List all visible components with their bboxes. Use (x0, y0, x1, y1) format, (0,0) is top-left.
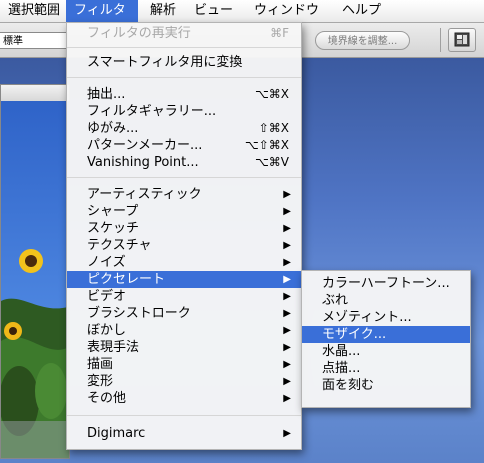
menu-item-label: その他 (87, 391, 127, 406)
menu-item-texture[interactable]: テクスチャ ▶ (67, 237, 301, 254)
submenu-arrow-icon: ▶ (283, 206, 291, 217)
submenu-item-pointillize[interactable]: 点描... (302, 360, 470, 377)
menu-item-noise[interactable]: ノイズ ▶ (67, 254, 301, 271)
menu-item-liquify[interactable]: ゆがみ... ⇧⌘X (67, 120, 301, 137)
menu-item-sketch[interactable]: スケッチ ▶ (67, 220, 301, 237)
submenu-arrow-icon: ▶ (283, 291, 291, 302)
submenu-arrow-icon: ▶ (283, 274, 291, 285)
menu-bar: 選択範囲 フィルタ 解析 ビュー ウィンドウ ヘルプ (0, 0, 484, 23)
menu-item-label: Vanishing Point... (87, 155, 199, 170)
filter-menu: フィルタの再実行 ⌘F スマートフィルタ用に変換 抽出... ⌥⌘X フィルタギ… (66, 22, 302, 450)
menu-item-label: モザイク... (322, 327, 387, 342)
submenu-arrow-icon: ▶ (283, 428, 291, 439)
submenu-arrow-icon: ▶ (283, 325, 291, 336)
submenu-arrow-icon: ▶ (283, 342, 291, 353)
refine-edge-button[interactable]: 境界線を調整... (315, 31, 410, 50)
menu-analysis[interactable]: 解析 (142, 0, 184, 22)
menu-item-distort[interactable]: 変形 ▶ (67, 373, 301, 390)
submenu-item-color-halftone[interactable]: カラーハーフトーン... (302, 275, 470, 292)
options-divider (440, 28, 441, 52)
menu-item-video[interactable]: ビデオ ▶ (67, 288, 301, 305)
shortcut-label: ⌥⌘V (254, 155, 289, 169)
menu-item-stylize[interactable]: 表現手法 ▶ (67, 339, 301, 356)
menu-item-label: ゆがみ... (87, 121, 139, 136)
pixelate-submenu: カラーハーフトーン... ぶれ メゾティント... モザイク... 水晶... … (301, 270, 471, 408)
menu-item-label: ブラシストローク (87, 306, 191, 321)
submenu-item-fragment[interactable]: ぶれ (302, 292, 470, 309)
shortcut-label: ⌥⇧⌘X (244, 138, 289, 152)
submenu-item-mezzotint[interactable]: メゾティント... (302, 309, 470, 326)
menu-help[interactable]: ヘルプ (334, 0, 389, 22)
submenu-arrow-icon: ▶ (283, 359, 291, 370)
submenu-item-facet[interactable]: 面を刻む (302, 377, 470, 394)
menu-item-label: ノイズ (87, 255, 126, 270)
menu-item-label: 描画 (87, 357, 114, 372)
menu-item-vanishing-point[interactable]: Vanishing Point... ⌥⌘V (67, 154, 301, 171)
submenu-arrow-icon: ▶ (283, 308, 291, 319)
menu-separator (67, 415, 301, 416)
menu-item-label: 表現手法 (87, 340, 140, 355)
menu-select[interactable]: 選択範囲 (0, 0, 68, 22)
menu-item-brush-strokes[interactable]: ブラシストローク ▶ (67, 305, 301, 322)
menu-window[interactable]: ウィンドウ (246, 0, 327, 22)
menu-separator (67, 77, 301, 78)
menu-item-label: スマートフィルタ用に変換 (87, 55, 243, 70)
menu-item-label: フィルタギャラリー... (87, 104, 217, 119)
shortcut-label: ⇧⌘X (258, 121, 289, 135)
menu-item-pixelate[interactable]: ピクセレート ▶ (67, 271, 301, 288)
submenu-item-mosaic[interactable]: モザイク... (302, 326, 470, 343)
menu-item-label: 面を刻む (322, 378, 375, 393)
menu-item-last-filter: フィルタの再実行 ⌘F (67, 25, 301, 42)
submenu-arrow-icon: ▶ (283, 257, 291, 268)
menu-item-other[interactable]: その他 ▶ (67, 390, 301, 407)
menu-item-label: ぼかし (87, 323, 127, 338)
menu-item-label: 抽出... (87, 87, 126, 102)
menu-item-label: 変形 (87, 374, 114, 389)
submenu-item-crystallize[interactable]: 水晶... (302, 343, 470, 360)
menu-item-label: Digimarc (87, 426, 146, 441)
menu-item-label: テクスチャ (87, 238, 152, 253)
style-select[interactable]: 標準 (0, 32, 68, 49)
menu-item-label: フィルタの再実行 (87, 26, 191, 41)
sunflower-photo (1, 101, 69, 458)
menu-item-sharpen[interactable]: シャープ ▶ (67, 203, 301, 220)
menu-separator (67, 47, 301, 48)
document-window[interactable] (0, 84, 70, 459)
menu-item-label: アーティスティック (87, 187, 202, 202)
submenu-arrow-icon: ▶ (283, 189, 291, 200)
shortcut-label: ⌘F (270, 26, 289, 40)
menu-item-smart-filter[interactable]: スマートフィルタ用に変換 (67, 54, 301, 71)
menu-item-label: パターンメーカー... (87, 138, 203, 153)
menu-separator (67, 177, 301, 178)
menu-item-label: ピクセレート (87, 272, 166, 287)
menu-item-label: 水晶... (322, 344, 361, 359)
menu-item-pattern-maker[interactable]: パターンメーカー... ⌥⇧⌘X (67, 137, 301, 154)
menu-item-blur[interactable]: ぼかし ▶ (67, 322, 301, 339)
menu-item-artistic[interactable]: アーティスティック ▶ (67, 186, 301, 203)
menu-item-label: ぶれ (322, 293, 349, 308)
menu-item-label: スケッチ (87, 221, 140, 236)
submenu-arrow-icon: ▶ (283, 376, 291, 387)
submenu-arrow-icon: ▶ (283, 393, 291, 404)
submenu-arrow-icon: ▶ (283, 240, 291, 251)
menu-item-label: ビデオ (87, 289, 127, 304)
menu-item-filter-gallery[interactable]: フィルタギャラリー... (67, 103, 301, 120)
menu-item-extract[interactable]: 抽出... ⌥⌘X (67, 86, 301, 103)
document-title-bar[interactable] (1, 85, 69, 102)
menu-item-label: シャープ (87, 204, 139, 219)
menu-item-label: カラーハーフトーン... (322, 276, 450, 291)
menu-item-label: 点描... (322, 361, 361, 376)
menu-item-label: メゾティント... (322, 310, 412, 325)
menu-filter[interactable]: フィルタ (66, 0, 138, 22)
menu-item-digimarc[interactable]: Digimarc ▶ (67, 425, 301, 442)
menu-view[interactable]: ビュー (186, 0, 241, 22)
submenu-arrow-icon: ▶ (283, 223, 291, 234)
shortcut-label: ⌥⌘X (254, 87, 289, 101)
palette-well-icon[interactable] (448, 28, 476, 52)
menu-item-render[interactable]: 描画 ▶ (67, 356, 301, 373)
